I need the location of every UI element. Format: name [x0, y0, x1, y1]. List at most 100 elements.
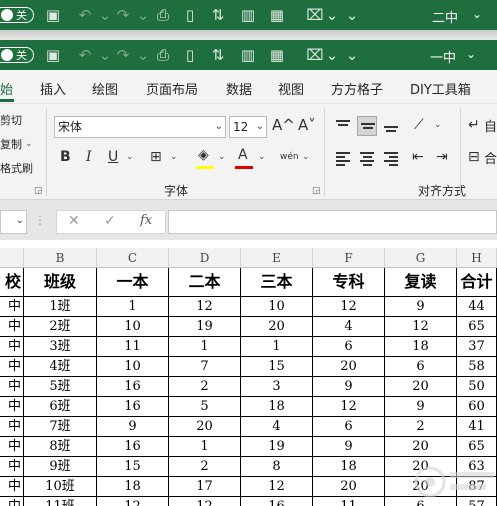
new-file-icon[interactable]: ▯ [181, 6, 199, 24]
table-cell[interactable]: 4班 [24, 357, 97, 377]
table-cell[interactable]: 12 [97, 497, 169, 506]
autosave-toggle[interactable]: 关 [0, 7, 34, 23]
tab-view[interactable]: 视图 [278, 79, 304, 98]
tab-insert[interactable]: 插入 [40, 79, 66, 98]
autosave-toggle[interactable]: 关 [0, 47, 34, 63]
cut-button[interactable]: 剪切 [0, 112, 22, 128]
header-cell[interactable]: 专科 [313, 268, 385, 297]
header-cell[interactable]: 一本 [97, 268, 169, 297]
table-cell[interactable]: 中 [0, 417, 24, 437]
font-color-dropdown-icon[interactable]: ⌄ [258, 152, 266, 162]
table-cell[interactable]: 1 [241, 337, 313, 357]
table-cell[interactable]: 11 [97, 337, 169, 357]
table-cell[interactable]: 12 [241, 477, 313, 497]
table-cell[interactable]: 10班 [24, 477, 97, 497]
customize-toolbar-icon[interactable]: ⌄ [343, 46, 361, 64]
align-center-button[interactable] [357, 148, 377, 168]
tab-fangfang[interactable]: 方方格子 [331, 79, 383, 98]
table-cell[interactable]: 10 [241, 297, 313, 317]
table-cell[interactable]: 中 [0, 377, 24, 397]
table-cell[interactable]: 65 [457, 317, 497, 337]
table-cell[interactable]: 9 [313, 377, 385, 397]
table-cell[interactable]: 7 [169, 357, 241, 377]
shrink-font-button[interactable]: A˅ [298, 116, 316, 134]
insert-function-button[interactable]: fx [140, 213, 152, 228]
table-cell[interactable]: 18 [97, 477, 169, 497]
table-cell[interactable]: 15 [97, 457, 169, 477]
table-cell[interactable]: 16 [97, 397, 169, 417]
wrap-text-button[interactable]: 自 [484, 116, 497, 135]
bold-button[interactable]: B [60, 148, 71, 166]
table-cell[interactable]: 2 [385, 417, 457, 437]
chart-icon[interactable]: ▥ [239, 6, 257, 24]
table-cell[interactable]: 11 [313, 497, 385, 506]
merge-cells-icon[interactable]: ⊟ [468, 148, 480, 166]
phonetic-dropdown-icon[interactable]: ⌄ [302, 152, 310, 162]
table-cell[interactable]: 20 [313, 357, 385, 377]
table-cell[interactable]: 8班 [24, 437, 97, 457]
table-cell[interactable]: 7班 [24, 417, 97, 437]
format-painter-button[interactable]: 格式刷 [0, 160, 33, 176]
underline-button[interactable]: U [108, 148, 118, 166]
table-cell[interactable]: 16 [241, 497, 313, 506]
underline-dropdown-icon[interactable]: ⌄ [126, 152, 134, 162]
table-cell[interactable]: 10 [97, 317, 169, 337]
table-cell[interactable]: 12 [169, 497, 241, 506]
table-cell[interactable]: 1班 [24, 297, 97, 317]
table-cell[interactable]: 中 [0, 397, 24, 417]
font-name-select[interactable]: 宋体 ⌄ [54, 116, 226, 138]
table-cell[interactable]: 20 [313, 477, 385, 497]
tab-home[interactable]: 始 [0, 79, 13, 98]
table-cell[interactable]: 19 [169, 317, 241, 337]
text-box-icon[interactable]: ⌧ [306, 6, 324, 24]
table-cell[interactable]: 4 [313, 317, 385, 337]
table-cell[interactable]: 6 [313, 337, 385, 357]
table-cell[interactable]: 20 [385, 377, 457, 397]
table-cell[interactable]: 9 [97, 417, 169, 437]
title-chevron-icon[interactable]: ⌄ [472, 7, 482, 21]
copy-dropdown-icon[interactable]: ⌄ [25, 139, 33, 149]
font-color-button[interactable]: A [238, 146, 248, 164]
header-cell[interactable]: 三本 [241, 268, 313, 297]
formula-input[interactable] [168, 210, 497, 234]
enter-icon[interactable]: ✓ [104, 213, 116, 229]
table-cell[interactable]: 20 [169, 417, 241, 437]
table-cell[interactable]: 12 [169, 297, 241, 317]
header-cell[interactable]: 班级 [24, 268, 97, 297]
title-chevron-icon[interactable]: ⌄ [466, 47, 476, 61]
align-right-button[interactable] [381, 148, 401, 168]
table-cell[interactable]: 1 [169, 337, 241, 357]
table-cell[interactable]: 中 [0, 437, 24, 457]
copy-button[interactable]: 复制 [0, 136, 22, 152]
font-launcher-icon[interactable]: ◲ [312, 186, 321, 196]
table-cell[interactable]: 中 [0, 297, 24, 317]
more-options-icon[interactable]: ⋮ [34, 213, 46, 227]
print-preview-icon[interactable]: ⎙ [154, 46, 172, 64]
table-cell[interactable]: 2班 [24, 317, 97, 337]
fill-color-dropdown-icon[interactable]: ⌄ [218, 152, 226, 162]
table-cell[interactable]: 12 [313, 297, 385, 317]
wrap-text-icon[interactable]: ↵ [468, 116, 480, 134]
table-cell[interactable]: 37 [457, 337, 497, 357]
table-cell[interactable]: 中 [0, 337, 24, 357]
tab-data[interactable]: 数据 [226, 79, 252, 98]
table-cell[interactable]: 2 [169, 457, 241, 477]
save-icon[interactable]: ▣ [44, 46, 62, 64]
italic-button[interactable]: I [86, 148, 92, 166]
undo-dropdown-icon[interactable]: ⌄ [96, 6, 114, 24]
table-cell[interactable]: 中 [0, 497, 24, 506]
table-cell[interactable]: 60 [457, 397, 497, 417]
table-cell[interactable]: 20 [241, 317, 313, 337]
orientation-icon[interactable]: ⟋ [414, 116, 424, 134]
table-cell[interactable]: 中 [0, 477, 24, 497]
table-cell[interactable]: 12 [313, 397, 385, 417]
column-header[interactable]: D [169, 248, 241, 268]
table-icon[interactable]: ▦ [268, 46, 286, 64]
table-cell[interactable]: 16 [97, 437, 169, 457]
table-cell[interactable]: 18 [385, 337, 457, 357]
table-cell[interactable]: 15 [241, 357, 313, 377]
table-cell[interactable]: 5 [169, 397, 241, 417]
undo-dropdown-icon[interactable]: ⌄ [96, 46, 114, 64]
table-cell[interactable]: 中 [0, 457, 24, 477]
table-cell[interactable]: 中 [0, 357, 24, 377]
